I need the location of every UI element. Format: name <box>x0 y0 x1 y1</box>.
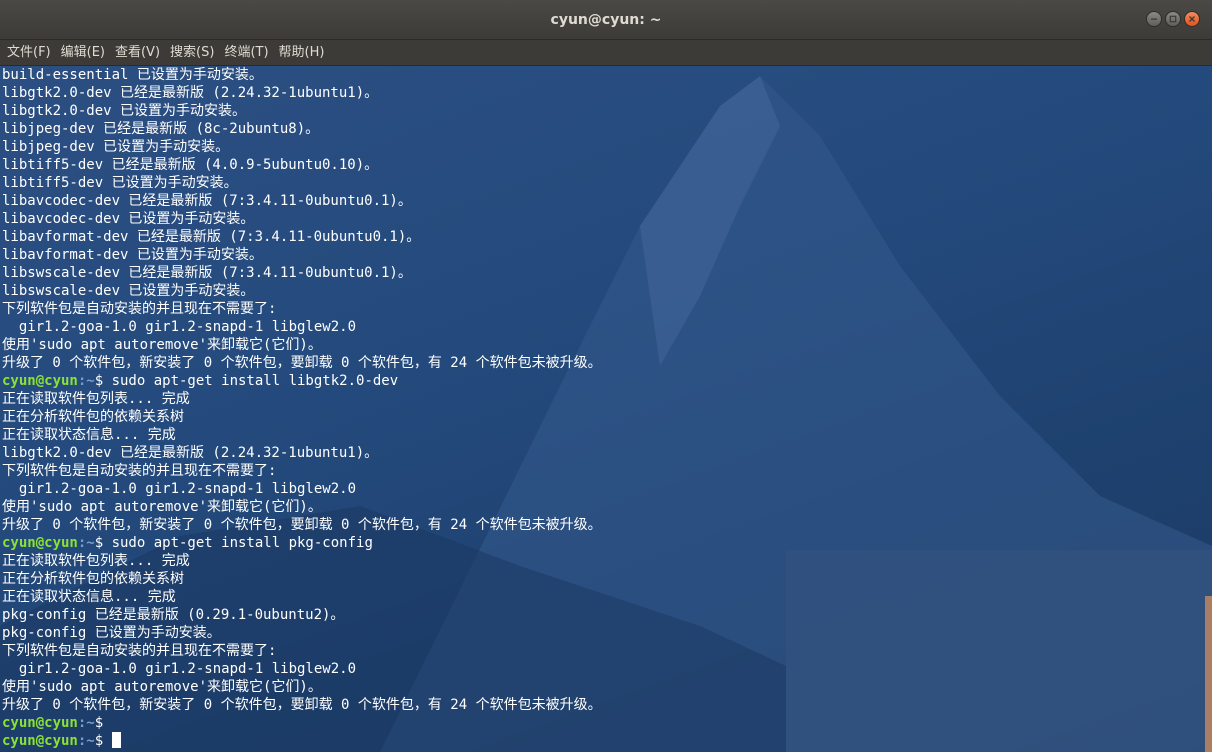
menu-search[interactable]: 搜索(S) <box>169 40 220 66</box>
prompt-line: cyun@cyun:~$ sudo apt-get install libgtk… <box>2 372 602 390</box>
output-line: 使用'sudo apt autoremove'来卸载它(它们)。 <box>2 499 322 515</box>
output-line: build-essential 已设置为手动安装。 <box>2 67 263 83</box>
prompt-user: cyun@cyun <box>2 733 78 749</box>
output-line: 使用'sudo apt autoremove'来卸载它(它们)。 <box>2 679 322 695</box>
maximize-button[interactable] <box>1165 11 1181 27</box>
output-line: libjpeg-dev 已设置为手动安装。 <box>2 139 230 155</box>
output-line: 正在分析软件包的依赖关系树 <box>2 571 184 587</box>
output-line: libswscale-dev 已经是最新版 (7:3.4.11-0ubuntu0… <box>2 265 412 281</box>
prompt-command: $ <box>94 715 104 731</box>
menu-view[interactable]: 查看(V) <box>114 40 166 66</box>
terminal-window: cyun@cyun: ~ 文件(F) 编辑(E) 查看(V) 搜索(S) 终端(… <box>0 0 1212 752</box>
prompt-path: :~ <box>77 535 95 551</box>
output-line: libavcodec-dev 已经是最新版 (7:3.4.11-0ubuntu0… <box>2 193 412 209</box>
prompt-line: cyun@cyun:~$ sudo apt-get install pkg-co… <box>2 534 602 552</box>
prompt-command: $ <box>94 733 112 749</box>
output-line: libgtk2.0-dev 已经是最新版 (2.24.32-1ubuntu1)。 <box>2 85 379 101</box>
output-line: 下列软件包是自动安装的并且现在不需要了: <box>2 301 277 317</box>
output-line: 升级了 0 个软件包，新安装了 0 个软件包，要卸载 0 个软件包，有 24 个… <box>2 517 602 533</box>
output-line: 下列软件包是自动安装的并且现在不需要了: <box>2 463 277 479</box>
title-bar[interactable]: cyun@cyun: ~ <box>0 0 1212 40</box>
prompt-user: cyun@cyun <box>2 715 78 731</box>
window-title: cyun@cyun: ~ <box>550 12 662 28</box>
maximize-icon <box>1169 15 1177 23</box>
menu-edit[interactable]: 编辑(E) <box>60 40 111 66</box>
menu-help[interactable]: 帮助(H) <box>278 40 331 66</box>
prompt-line: cyun@cyun:~$ <box>2 732 602 750</box>
output-line: 下列软件包是自动安装的并且现在不需要了: <box>2 643 277 659</box>
menu-terminal[interactable]: 终端(T) <box>223 40 274 66</box>
output-line: 正在读取软件包列表... 完成 <box>2 391 190 407</box>
terminal-output: build-essential 已设置为手动安装。 libgtk2.0-dev 已… <box>2 66 602 750</box>
output-line: gir1.2-goa-1.0 gir1.2-snapd-1 libglew2.0 <box>2 661 357 677</box>
text-cursor <box>111 732 121 748</box>
output-line: 升级了 0 个软件包，新安装了 0 个软件包，要卸载 0 个软件包，有 24 个… <box>2 355 602 371</box>
output-line: libjpeg-dev 已经是最新版 (8c-2ubuntu8)。 <box>2 121 320 137</box>
window-controls <box>1146 11 1200 27</box>
output-line: gir1.2-goa-1.0 gir1.2-snapd-1 libglew2.0 <box>2 481 357 497</box>
prompt-path: :~ <box>77 733 95 749</box>
terminal-area[interactable]: build-essential 已设置为手动安装。 libgtk2.0-dev 已… <box>0 66 1212 752</box>
menu-file[interactable]: 文件(F) <box>6 40 57 66</box>
output-line: libgtk2.0-dev 已经是最新版 (2.24.32-1ubuntu1)。 <box>2 445 379 461</box>
output-line: libswscale-dev 已设置为手动安装。 <box>2 283 255 299</box>
prompt-user: cyun@cyun <box>2 373 78 389</box>
output-line: libavcodec-dev 已设置为手动安装。 <box>2 211 255 227</box>
output-line: libtiff5-dev 已设置为手动安装。 <box>2 175 238 191</box>
output-line: libgtk2.0-dev 已设置为手动安装。 <box>2 103 247 119</box>
prompt-command: $ sudo apt-get install libgtk2.0-dev <box>94 373 399 389</box>
prompt-path: :~ <box>77 373 95 389</box>
minimize-button[interactable] <box>1146 11 1162 27</box>
prompt-command: $ sudo apt-get install pkg-config <box>94 535 373 551</box>
close-button[interactable] <box>1184 11 1200 27</box>
output-line: 正在读取软件包列表... 完成 <box>2 553 190 569</box>
output-line: pkg-config 已经是最新版 (0.29.1-0ubuntu2)。 <box>2 607 345 623</box>
output-line: 正在分析软件包的依赖关系树 <box>2 409 184 425</box>
minimize-icon <box>1151 18 1157 20</box>
output-line: 使用'sudo apt autoremove'来卸载它(它们)。 <box>2 337 322 353</box>
menu-bar: 文件(F) 编辑(E) 查看(V) 搜索(S) 终端(T) 帮助(H) <box>0 40 1212 66</box>
prompt-path: :~ <box>77 715 95 731</box>
prompt-line: cyun@cyun:~$ <box>2 714 602 732</box>
output-line: libavformat-dev 已设置为手动安装。 <box>2 247 263 263</box>
output-line: 正在读取状态信息... 完成 <box>2 427 176 443</box>
output-line: libavformat-dev 已经是最新版 (7:3.4.11-0ubuntu… <box>2 229 421 245</box>
output-line: 正在读取状态信息... 完成 <box>2 589 176 605</box>
wallpaper-background-window <box>786 550 1212 752</box>
output-line: 升级了 0 个软件包，新安装了 0 个软件包，要卸载 0 个软件包，有 24 个… <box>2 697 602 713</box>
output-line: pkg-config 已设置为手动安装。 <box>2 625 221 641</box>
wallpaper-background-strip <box>1205 596 1212 752</box>
prompt-user: cyun@cyun <box>2 535 78 551</box>
output-line: libtiff5-dev 已经是最新版 (4.0.9-5ubuntu0.10)。 <box>2 157 379 173</box>
close-icon <box>1189 16 1195 22</box>
output-line: gir1.2-goa-1.0 gir1.2-snapd-1 libglew2.0 <box>2 319 357 335</box>
